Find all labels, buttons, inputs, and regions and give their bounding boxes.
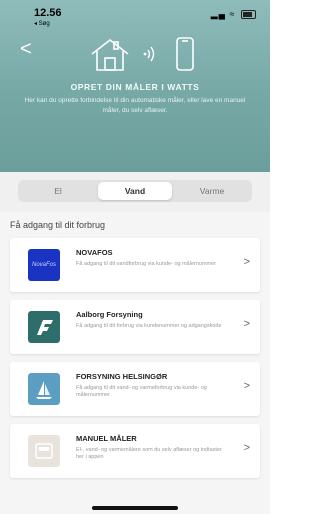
chevron-right-icon: > <box>243 380 250 392</box>
signal-waves-icon <box>143 46 155 62</box>
house-icon <box>91 38 129 71</box>
tab-el[interactable]: El <box>21 182 95 200</box>
back-button[interactable]: < <box>20 39 34 59</box>
home-indicator[interactable] <box>92 506 178 510</box>
tab-varme[interactable]: Varme <box>175 182 249 200</box>
system-icons: ▂▄ ≈ <box>211 9 256 20</box>
provider-title: NOVAFOS <box>76 248 113 257</box>
provider-list: Få adgang til dit forbrug NovaFos NOVAFO… <box>0 212 270 514</box>
aalborg-logo <box>28 311 60 343</box>
wifi-icon: ≈ <box>229 9 236 19</box>
provider-card-novafos[interactable]: NovaFos NOVAFOS Få adgang til dit vandfo… <box>10 238 260 292</box>
provider-title: MANUEL MÅLER <box>76 434 137 443</box>
provider-card-helsingor[interactable]: FORSYNING HELSINGØR Få adgang til dit va… <box>10 362 260 416</box>
header: 12.56 ◂ Søg ▂▄ ≈ < OPRET DIN MÅLER I WAT… <box>0 0 270 172</box>
novafos-logo: NovaFos <box>28 249 60 281</box>
provider-desc: El-, vand- og varmemålere som du selv af… <box>76 447 222 460</box>
header-illustration <box>91 37 194 71</box>
segmented-control: El Vand Varme <box>18 180 252 202</box>
status-time: 12.56 <box>34 7 62 19</box>
section-title: Få adgang til dit forbrug <box>10 220 106 230</box>
page-title: OPRET DIN MÅLER I WATTS <box>70 82 200 92</box>
page-subtitle: Her kan du oprette forbindelse til din a… <box>24 97 246 114</box>
tab-bar: El Vand Varme <box>0 172 270 212</box>
chevron-right-icon: > <box>243 318 250 330</box>
helsingor-logo <box>28 373 60 405</box>
provider-desc: Få adgang til dit vandforbrug via kunde-… <box>76 261 217 267</box>
provider-desc: Få adgang til dit vand- og varmeforbrug … <box>76 385 207 398</box>
tab-vand[interactable]: Vand <box>98 182 172 200</box>
chevron-right-icon: > <box>243 442 250 454</box>
novafos-logo-text: NovaFos <box>31 262 56 268</box>
provider-desc: Få adgang til dit forbrug via kundenumme… <box>76 323 222 329</box>
battery-icon <box>241 10 256 20</box>
provider-title: Aalborg Forsyning <box>76 310 143 319</box>
status-bar: 12.56 ◂ Søg ▂▄ ≈ <box>0 6 270 30</box>
provider-title: FORSYNING HELSINGØR <box>76 372 168 381</box>
provider-card-manual[interactable]: MANUEL MÅLER El-, vand- og varmemålere s… <box>10 424 260 478</box>
signal-icon: ▂▄ <box>210 9 227 19</box>
provider-card-aalborg[interactable]: Aalborg Forsyning Få adgang til dit forb… <box>10 300 260 354</box>
chevron-right-icon: > <box>243 256 250 268</box>
status-back-app[interactable]: ◂ Søg <box>34 20 50 27</box>
manual-meter-logo <box>28 435 60 467</box>
phone-icon <box>176 37 194 71</box>
